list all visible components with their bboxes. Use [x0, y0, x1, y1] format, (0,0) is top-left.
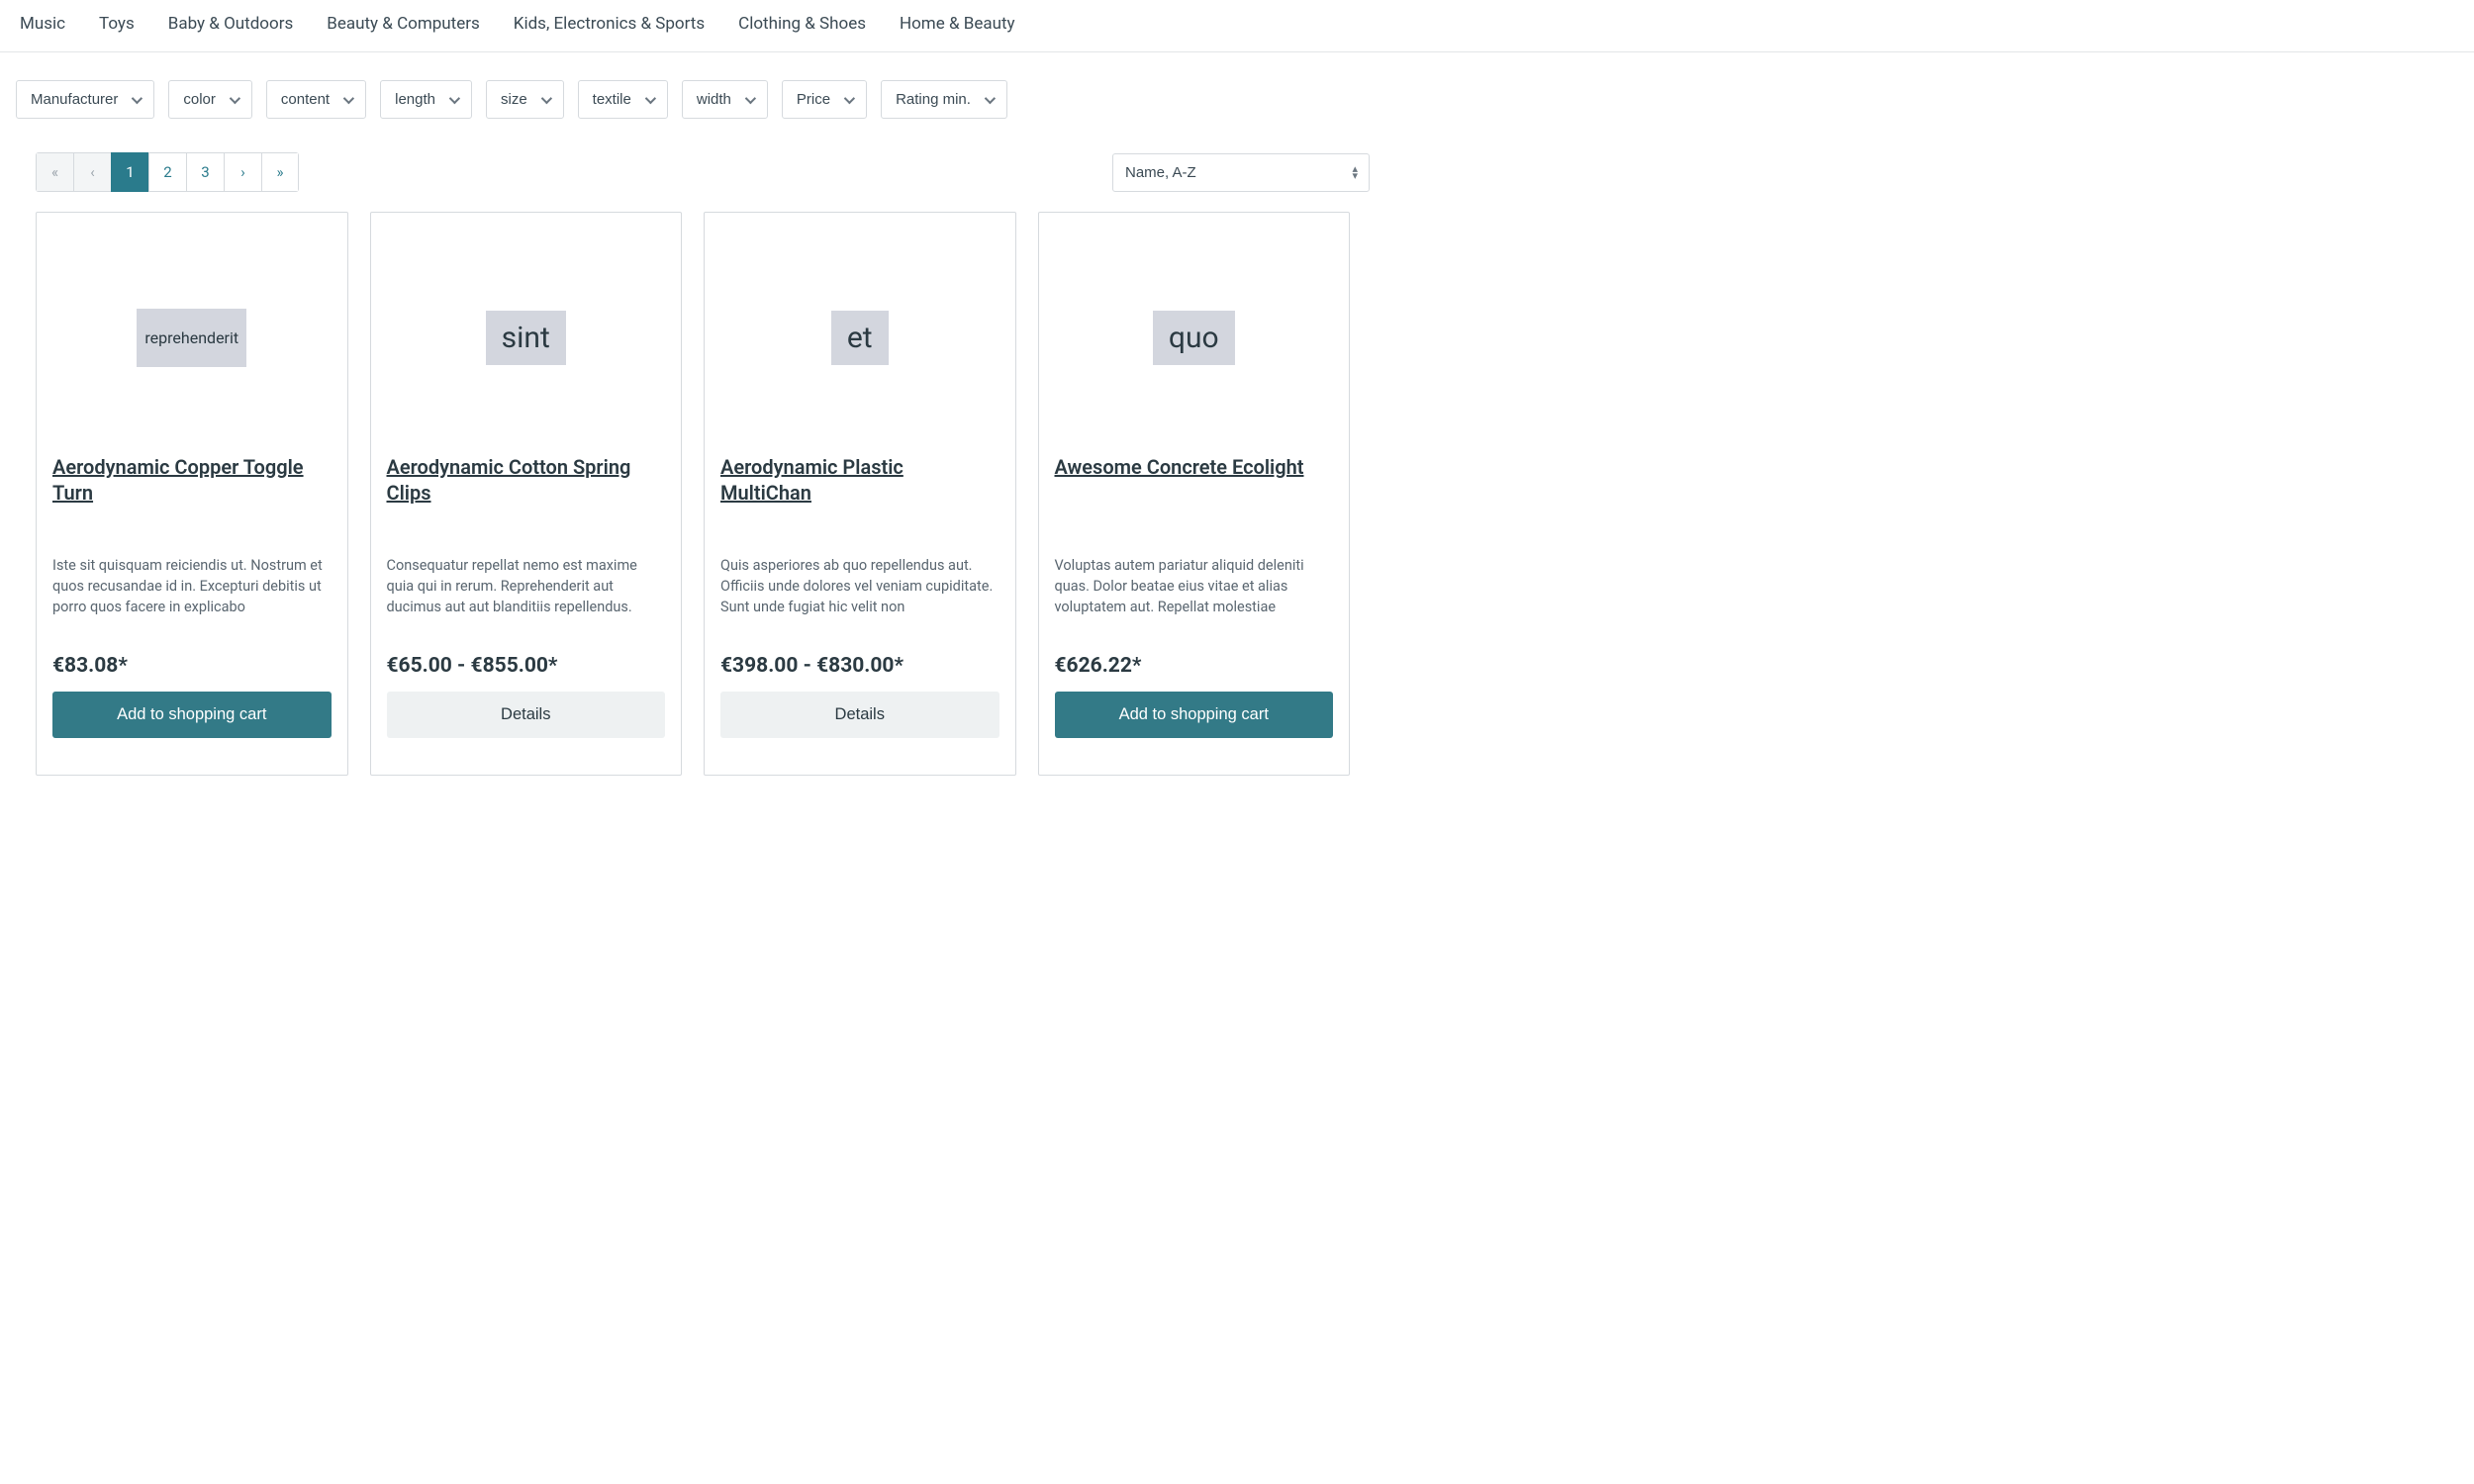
filter-length[interactable]: length: [380, 80, 472, 119]
filter-label: textile: [593, 91, 631, 108]
chevron-down-icon: [449, 92, 460, 103]
filter-manufacturer[interactable]: Manufacturer: [16, 80, 154, 119]
nav-item[interactable]: Clothing & Shoes: [738, 14, 866, 34]
product-thumb-area[interactable]: et: [720, 229, 999, 446]
list-header: « ‹ 1 2 3 › » Name, A-Z ▴▾: [16, 146, 1370, 212]
filter-textile[interactable]: textile: [578, 80, 668, 119]
product-description: Iste sit quisquam reiciendis ut. Nostrum…: [52, 555, 332, 626]
top-nav: Music Toys Baby & Outdoors Beauty & Comp…: [0, 0, 2474, 52]
nav-item[interactable]: Toys: [99, 14, 135, 34]
filter-label: width: [697, 91, 731, 108]
product-description: Quis asperiores ab quo repellendus aut. …: [720, 555, 999, 626]
product-card: et Aerodynamic Plastic MultiChan Quis as…: [704, 212, 1016, 776]
nav-item[interactable]: Music: [20, 14, 65, 34]
sort-wrap: Name, A-Z ▴▾: [1112, 153, 1370, 192]
product-card: sint Aerodynamic Cotton Spring Clips Con…: [370, 212, 683, 776]
pagination: « ‹ 1 2 3 › »: [36, 152, 299, 192]
product-thumb: reprehenderit: [137, 309, 246, 367]
product-description: Voluptas autem pariatur aliquid deleniti…: [1055, 555, 1334, 626]
filter-label: content: [281, 91, 330, 108]
chevron-down-icon: [540, 92, 551, 103]
add-to-cart-button[interactable]: Add to shopping cart: [1055, 692, 1334, 738]
product-title[interactable]: Aerodynamic Copper Toggle Turn: [52, 454, 332, 533]
product-price: €398.00 - €830.00*: [720, 654, 999, 678]
filter-label: Manufacturer: [31, 91, 118, 108]
nav-item[interactable]: Baby & Outdoors: [168, 14, 294, 34]
filter-rating-min[interactable]: Rating min.: [881, 80, 1007, 119]
page-number[interactable]: 1: [111, 152, 148, 192]
chevron-down-icon: [343, 92, 354, 103]
product-card: reprehenderit Aerodynamic Copper Toggle …: [36, 212, 348, 776]
nav-item[interactable]: Home & Beauty: [900, 14, 1015, 34]
filter-label: color: [183, 91, 216, 108]
product-title[interactable]: Aerodynamic Plastic MultiChan: [720, 454, 999, 533]
sort-select[interactable]: Name, A-Z: [1112, 153, 1370, 192]
filter-bar: Manufacturer color content length size t…: [16, 52, 1370, 146]
product-thumb-area[interactable]: quo: [1055, 229, 1334, 446]
product-thumb: sint: [486, 311, 566, 365]
filter-label: size: [501, 91, 527, 108]
chevron-down-icon: [645, 92, 656, 103]
nav-item[interactable]: Kids, Electronics & Sports: [514, 14, 705, 34]
chevron-down-icon: [745, 92, 756, 103]
chevron-down-icon: [132, 92, 143, 103]
filter-color[interactable]: color: [168, 80, 252, 119]
page-number[interactable]: 3: [186, 152, 224, 192]
product-price: €626.22*: [1055, 654, 1334, 678]
filter-label: Price: [797, 91, 830, 108]
product-thumb: et: [831, 311, 889, 365]
filter-content[interactable]: content: [266, 80, 366, 119]
page-first[interactable]: «: [36, 152, 73, 192]
page-prev[interactable]: ‹: [73, 152, 111, 192]
filter-price[interactable]: Price: [782, 80, 867, 119]
product-grid: reprehenderit Aerodynamic Copper Toggle …: [16, 212, 1370, 776]
product-thumb-area[interactable]: reprehenderit: [52, 229, 332, 446]
page-number[interactable]: 2: [148, 152, 186, 192]
filter-size[interactable]: size: [486, 80, 564, 119]
add-to-cart-button[interactable]: Add to shopping cart: [52, 692, 332, 738]
product-card: quo Awesome Concrete Ecolight Voluptas a…: [1038, 212, 1351, 776]
details-button[interactable]: Details: [387, 692, 666, 738]
filter-width[interactable]: width: [682, 80, 768, 119]
page-last[interactable]: »: [261, 152, 299, 192]
chevron-down-icon: [844, 92, 855, 103]
page-next[interactable]: ›: [224, 152, 261, 192]
product-price: €65.00 - €855.00*: [387, 654, 666, 678]
product-thumb-area[interactable]: sint: [387, 229, 666, 446]
product-description: Consequatur repellat nemo est maxime qui…: [387, 555, 666, 626]
product-title[interactable]: Awesome Concrete Ecolight: [1055, 454, 1334, 533]
product-price: €83.08*: [52, 654, 332, 678]
filter-label: Rating min.: [896, 91, 971, 108]
details-button[interactable]: Details: [720, 692, 999, 738]
chevron-down-icon: [985, 92, 996, 103]
filter-label: length: [395, 91, 435, 108]
chevron-down-icon: [230, 92, 240, 103]
product-title[interactable]: Aerodynamic Cotton Spring Clips: [387, 454, 666, 533]
product-thumb: quo: [1153, 311, 1235, 365]
nav-item[interactable]: Beauty & Computers: [327, 14, 480, 34]
